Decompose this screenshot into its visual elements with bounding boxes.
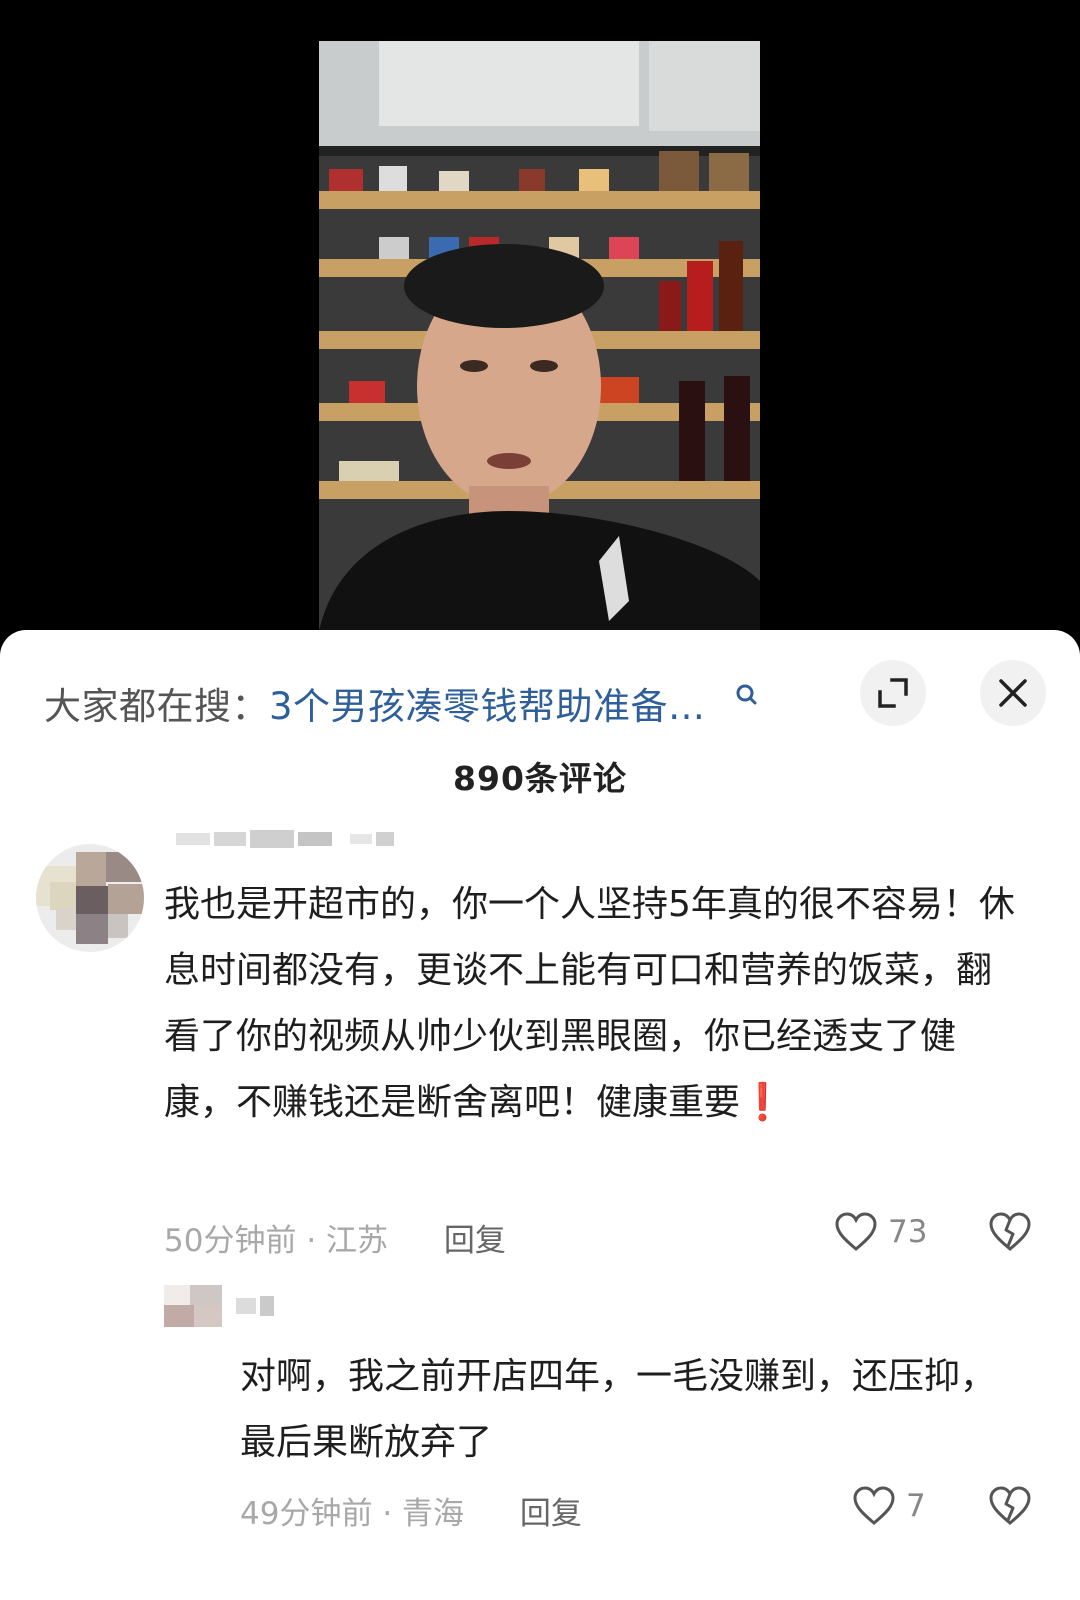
reply-button[interactable]: 回复	[444, 1223, 506, 1259]
video-player[interactable]	[319, 41, 760, 631]
trending-search-label: 大家都在搜：	[44, 685, 269, 728]
broken-heart-icon	[989, 1212, 1031, 1251]
exclamation-emoji: ❗	[740, 1082, 785, 1123]
meta-separator: ·	[306, 1223, 327, 1259]
video-frame-image	[319, 41, 760, 631]
search-icon[interactable]	[734, 678, 760, 708]
reply-dislike-button[interactable]	[988, 1486, 1032, 1530]
close-icon	[999, 679, 1027, 707]
reply-avatar[interactable]	[164, 1285, 222, 1327]
reply-time: 49分钟前	[240, 1496, 373, 1532]
expand-button[interactable]	[860, 660, 926, 726]
avatar[interactable]	[36, 844, 144, 952]
reply-reply-button[interactable]: 回复	[520, 1496, 582, 1532]
trending-search-query[interactable]: 3个男孩凑零钱帮助准备…	[269, 676, 706, 730]
reply-username-blurred[interactable]	[236, 1296, 274, 1316]
reply-location: 青海	[402, 1496, 465, 1532]
expand-icon	[878, 678, 908, 708]
comment-text: 我也是开超市的，你一个人坚持5年真的很不容易！休息时间都没有，更谈不上能有可口和…	[164, 872, 1024, 1136]
reply-meta: 49分钟前 · 青海 回复	[240, 1488, 582, 1533]
like-button[interactable]: 73	[834, 1212, 927, 1252]
video-area[interactable]	[0, 0, 1080, 640]
trending-search-bar[interactable]: 大家都在搜： 3个男孩凑零钱帮助准备…	[44, 678, 804, 728]
broken-heart-icon	[989, 1486, 1031, 1525]
close-button[interactable]	[980, 660, 1046, 726]
reply-like-button[interactable]: 7	[852, 1486, 926, 1526]
heart-icon	[835, 1212, 877, 1251]
like-count: 73	[888, 1214, 928, 1250]
reply-text: 对啊，我之前开店四年，一毛没赚到，还压抑，最后果断放弃了	[240, 1356, 997, 1463]
comment-meta: 50分钟前 · 江苏 回复	[164, 1215, 506, 1260]
comment-location: 江苏	[326, 1223, 389, 1259]
dislike-button[interactable]	[988, 1212, 1032, 1256]
reply-like-count: 7	[906, 1488, 926, 1524]
comment-time: 50分钟前	[164, 1223, 297, 1259]
username-blurred[interactable]	[176, 830, 394, 848]
heart-icon	[853, 1486, 895, 1525]
comment-body: 我也是开超市的，你一个人坚持5年真的很不容易！休息时间都没有，更谈不上能有可口和…	[164, 884, 1015, 1123]
comments-sheet: 大家都在搜： 3个男孩凑零钱帮助准备… 890条评论 我也是开超市的，你一个人坚…	[0, 630, 1080, 1600]
comment-count: 890条评论	[453, 759, 627, 798]
meta-separator: ·	[382, 1496, 403, 1532]
